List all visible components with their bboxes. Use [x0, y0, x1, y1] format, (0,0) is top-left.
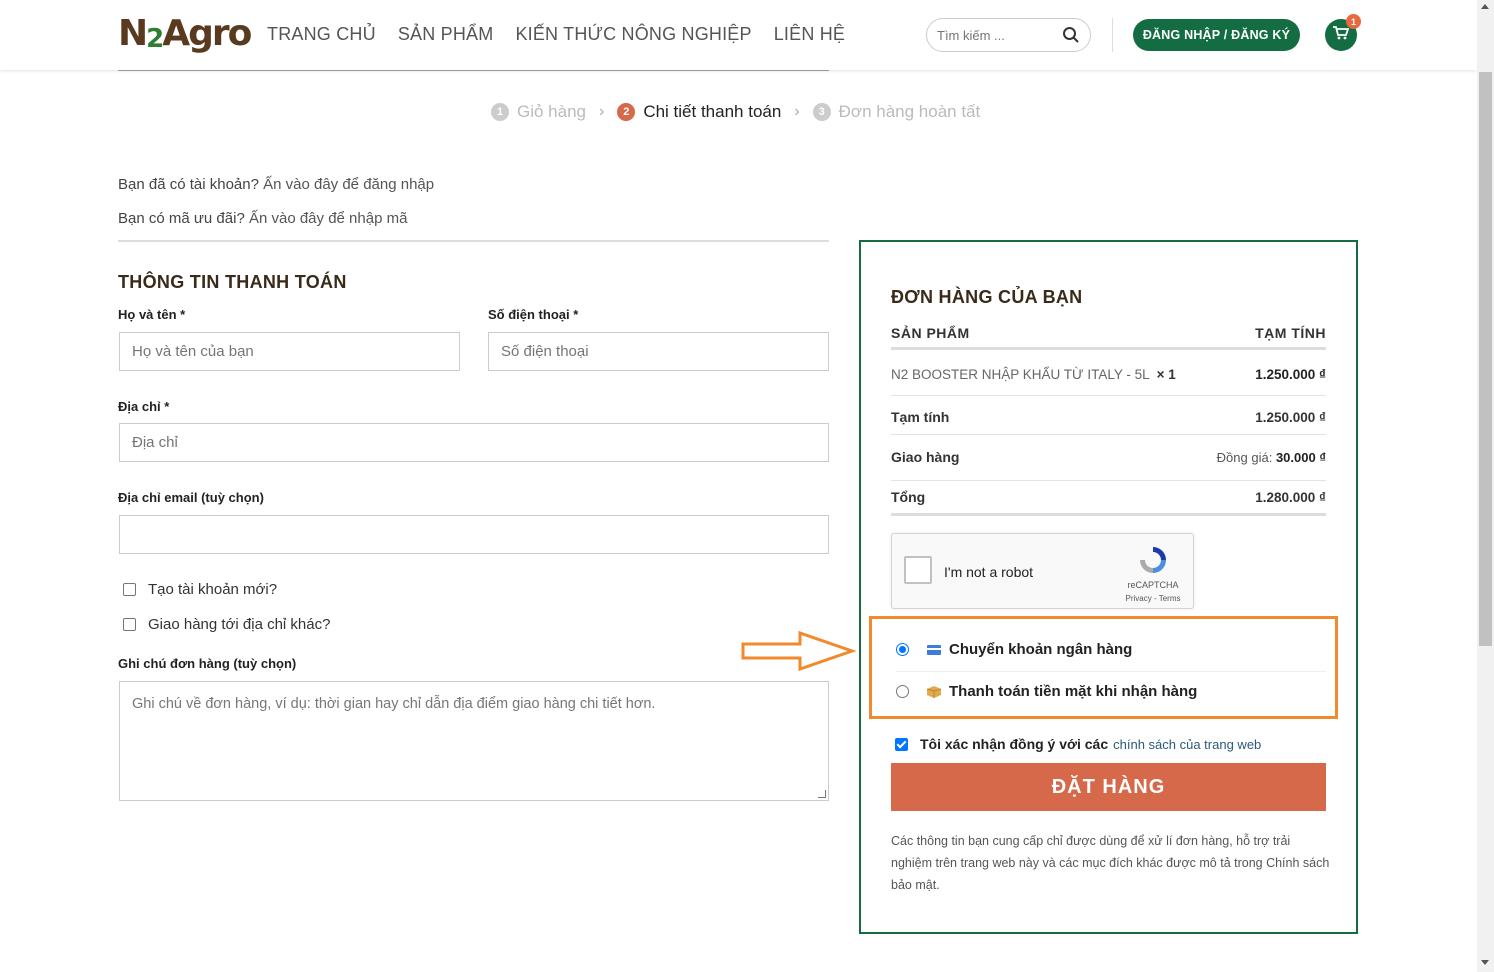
scroll-down-arrow-icon[interactable]: [1481, 960, 1489, 965]
login-link[interactable]: Ấn vào đây để đăng nhập: [263, 176, 434, 193]
divider: [891, 480, 1326, 481]
cod-radio[interactable]: [896, 685, 909, 698]
site-header: N 2 Agro TRANG CHỦ SẢN PHẨM KIẾN THỨC NÔNG…: [0, 0, 1477, 70]
phone-field[interactable]: [488, 332, 829, 371]
credit-card-icon: [927, 644, 941, 655]
login-notice: Bạn đã có tài khoản? Ấn vào đây để đăng …: [118, 176, 435, 193]
ship-different-option[interactable]: Giao hàng tới địa chỉ khác?: [123, 616, 330, 633]
divider: [891, 434, 1326, 435]
orange-arrow-icon: [741, 630, 857, 672]
nav-products[interactable]: SẢN PHẨM: [398, 24, 494, 45]
search-box: [926, 18, 1091, 52]
payment-cash-on-delivery[interactable]: Thanh toán tiền mặt khi nhận hàng: [896, 683, 1197, 700]
recaptcha-logo-icon: [1137, 544, 1169, 581]
nav-contact[interactable]: LIÊN HỆ: [774, 24, 845, 45]
search-input[interactable]: [937, 27, 1055, 43]
site-logo[interactable]: N 2 Agro: [118, 13, 252, 54]
main-nav: TRANG CHỦ SẢN PHẨM KIẾN THỨC NÔNG NGHIỆP…: [267, 24, 845, 45]
terms-checkbox[interactable]: [895, 737, 908, 751]
header-underline: [118, 70, 829, 71]
order-table-header: SẢN PHẨM TẠM TÍNH: [891, 325, 1326, 341]
address-label: Địa chỉ *: [118, 399, 170, 414]
nav-knowledge[interactable]: KIẾN THỨC NÔNG NGHIỆP: [515, 24, 751, 45]
cart-icon: [1333, 25, 1350, 45]
scroll-up-arrow-icon[interactable]: [1481, 4, 1489, 9]
payment-divider: [896, 671, 1326, 672]
resize-handle-icon[interactable]: [818, 790, 826, 798]
subtotal-row: Tạm tính 1.250.000 ₫: [891, 409, 1326, 425]
email-label: Địa chỉ email (tuỳ chọn): [118, 490, 264, 505]
chevron-right-icon: ›: [599, 103, 605, 120]
billing-title: THÔNG TIN THANH TOÁN: [118, 272, 347, 292]
recaptcha-checkbox[interactable]: [904, 556, 932, 584]
terms-link[interactable]: chính sách của trang web: [1113, 737, 1261, 752]
notes-label: Ghi chú đơn hàng (tuỳ chọn): [118, 656, 297, 671]
coupon-link[interactable]: Ấn vào đây để nhập mã: [249, 210, 407, 227]
header-divider: [1112, 18, 1113, 52]
terms-agreement[interactable]: Tôi xác nhận đồng ý với các chính sách c…: [895, 736, 1261, 752]
cart-count-badge: 1: [1346, 14, 1361, 29]
recaptcha-widget: I'm not a robot reCAPTCHA Privacy - Term…: [891, 533, 1194, 609]
name-field[interactable]: [119, 332, 460, 371]
step-checkout-details: 2 Chi tiết thanh toán: [617, 102, 781, 122]
order-header-divider: [891, 347, 1326, 350]
package-icon: [927, 685, 941, 698]
divider: [891, 395, 1326, 396]
email-field[interactable]: [119, 515, 829, 554]
order-notes-textarea[interactable]: Ghi chú về đơn hàng, ví dụ: thời gian ha…: [119, 681, 829, 801]
checkout-steps: 1 Giỏ hàng › 2 Chi tiết thanh toán › 3 Đ…: [491, 102, 980, 122]
total-row: Tổng 1.280.000 ₫: [891, 489, 1326, 505]
login-register-button[interactable]: ĐĂNG NHẬP / ĐĂNG KÝ: [1133, 19, 1300, 51]
recaptcha-terms-link[interactable]: Privacy - Terms: [1122, 594, 1184, 603]
place-order-button[interactable]: ĐẶT HÀNG: [891, 763, 1326, 811]
nav-home[interactable]: TRANG CHỦ: [267, 24, 376, 45]
coupon-notice: Bạn có mã ưu đãi? Ấn vào đây để nhập mã: [118, 210, 408, 227]
step-order-complete: 3 Đơn hàng hoàn tất: [812, 102, 980, 122]
section-divider: [118, 240, 829, 242]
step-cart[interactable]: 1 Giỏ hàng: [491, 102, 586, 122]
scrollbar-thumb[interactable]: [1479, 72, 1492, 646]
order-item-row: N2 BOOSTER NHẬP KHẨU TỪ ITALY - 5L × 1 1…: [891, 367, 1326, 382]
search-icon[interactable]: [1062, 26, 1080, 49]
create-account-checkbox[interactable]: [123, 583, 136, 596]
address-field[interactable]: [119, 423, 829, 462]
chevron-right-icon: ›: [794, 103, 800, 120]
total-divider: [891, 513, 1326, 516]
order-title: ĐƠN HÀNG CỦA BẠN: [891, 287, 1083, 307]
name-label: Họ và tên *: [118, 307, 186, 322]
ship-different-checkbox[interactable]: [123, 618, 136, 631]
payment-highlight-box: [869, 616, 1338, 719]
payment-bank-transfer[interactable]: Chuyển khoản ngân hàng: [896, 641, 1132, 658]
create-account-option[interactable]: Tạo tài khoản mới?: [123, 581, 277, 598]
phone-label: Số điện thoại *: [488, 307, 579, 322]
privacy-notice: Các thông tin bạn cung cấp chỉ được dùng…: [891, 834, 1330, 892]
shipping-row: Giao hàng Đồng giá: 30.000 ₫: [891, 449, 1326, 465]
bank-transfer-radio[interactable]: [896, 643, 909, 656]
